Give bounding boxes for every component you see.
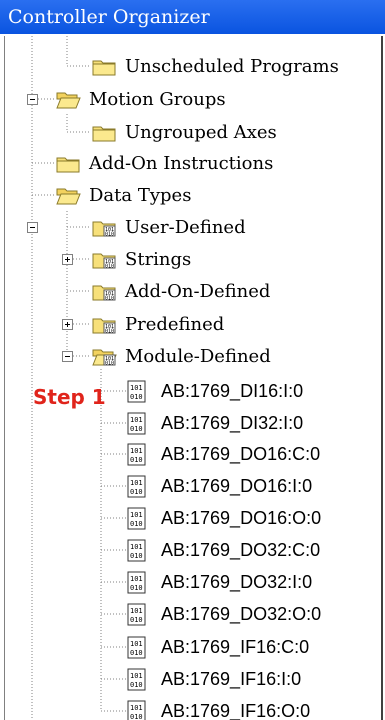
svg-text:010: 010 — [130, 649, 143, 657]
svg-text:010: 010 — [130, 393, 143, 401]
svg-text:010: 010 — [130, 552, 143, 560]
tree-item-label: Module-Defined — [125, 345, 271, 367]
tree-item-label: AB:1769_DO16:I:0 — [161, 475, 313, 496]
tree-item-module-type[interactable]: 101 010 AB:1769_DO16:O:0 — [127, 502, 321, 534]
tree-item-label: Data Types — [89, 184, 192, 206]
tree-item-motion-groups[interactable]: Motion Groups — [55, 83, 226, 115]
step-annotation: Step 1 — [33, 385, 106, 409]
svg-text:101: 101 — [130, 511, 143, 519]
svg-text:010: 010 — [130, 584, 143, 592]
tree-item-add-on-instructions[interactable]: Add-On Instructions — [55, 147, 273, 179]
datatype-icon: 101 010 — [127, 700, 153, 720]
collapse-motion-groups-button[interactable] — [27, 94, 38, 105]
svg-text:101: 101 — [130, 416, 143, 424]
tree-item-module-type[interactable]: 101 010 AB:1769_DI32:I:0 — [127, 407, 303, 439]
datatype-folder-icon: 101 010 — [91, 280, 117, 302]
svg-text:010: 010 — [130, 425, 143, 433]
datatype-icon: 101 010 — [127, 507, 153, 530]
tree-item-label: Strings — [125, 248, 192, 270]
svg-text:010: 010 — [105, 329, 114, 335]
folder-icon — [55, 152, 81, 174]
tree-item-predefined[interactable]: 101 010 Predefined — [91, 308, 224, 340]
tree-item-label: Add-On Instructions — [89, 152, 274, 174]
datatype-icon: 101 010 — [127, 668, 153, 691]
svg-text:010: 010 — [105, 232, 114, 238]
tree-item-label: User-Defined — [125, 216, 246, 238]
tree-item-label: Ungrouped Axes — [125, 121, 277, 143]
datatype-icon: 101 010 — [127, 636, 153, 659]
tree-item-ungrouped-axes[interactable]: Ungrouped Axes — [91, 116, 277, 148]
tree-item-module-type[interactable]: 101 010 AB:1769_IF16:C:0 — [127, 631, 309, 663]
controller-organizer-tree[interactable]: Unscheduled Programs Motion Groups Ungro… — [4, 36, 383, 720]
tree-item-module-defined[interactable]: 101 010 Module-Defined — [91, 340, 271, 372]
tree-item-label: AB:1769_IF16:O:0 — [161, 700, 311, 720]
collapse-module-defined-button[interactable] — [62, 351, 73, 362]
folder-icon — [91, 121, 117, 143]
svg-text:101: 101 — [130, 640, 143, 648]
datatype-folder-icon: 101 010 — [91, 248, 117, 270]
datatype-folder-icon: 101 010 — [91, 313, 117, 335]
datatype-folder-open-icon: 101 010 — [91, 345, 117, 367]
tree-item-label: AB:1769_DO32:O:0 — [161, 603, 322, 624]
tree-item-label: Motion Groups — [89, 88, 226, 110]
tree-item-label: AB:1769_IF16:I:0 — [161, 668, 302, 689]
datatype-icon: 101 010 — [127, 443, 153, 466]
tree-item-module-type[interactable]: 101 010 AB:1769_IF16:O:0 — [127, 695, 310, 720]
svg-text:010: 010 — [130, 681, 143, 689]
tree-item-data-types[interactable]: Data Types — [55, 179, 191, 211]
svg-text:101: 101 — [130, 384, 143, 392]
svg-text:010: 010 — [105, 296, 114, 302]
tree-item-module-type[interactable]: 101 010 AB:1769_IF16:I:0 — [127, 663, 301, 695]
tree-item-module-type[interactable]: 101 010 AB:1769_DO16:I:0 — [127, 470, 312, 502]
datatype-icon: 101 010 — [127, 539, 153, 562]
tree-item-unscheduled-programs[interactable]: Unscheduled Programs — [91, 50, 339, 82]
tree-item-add-on-defined[interactable]: 101 010 Add-On-Defined — [91, 275, 270, 307]
tree-item-strings[interactable]: 101 010 Strings — [91, 243, 191, 275]
tree-item-module-type[interactable]: 101 010 AB:1769_DO32:O:0 — [127, 598, 321, 630]
folder-icon — [91, 55, 117, 77]
tree-item-module-type[interactable]: 101 010 AB:1769_DO16:C:0 — [127, 438, 320, 470]
svg-text:101: 101 — [130, 543, 143, 551]
svg-text:010: 010 — [130, 616, 143, 624]
svg-text:010: 010 — [130, 520, 143, 528]
tree-item-label: AB:1769_DO32:C:0 — [161, 539, 321, 560]
tree-item-label: Unscheduled Programs — [125, 55, 339, 77]
window-title: Controller Organizer — [0, 0, 385, 34]
svg-text:101: 101 — [130, 607, 143, 615]
svg-text:101: 101 — [130, 672, 143, 680]
tree-item-label: Add-On-Defined — [125, 280, 271, 302]
tree-item-label: Predefined — [125, 313, 225, 335]
tree-item-module-type[interactable]: 101 010 AB:1769_DO32:I:0 — [127, 566, 312, 598]
tree-item-label: AB:1769_DO16:O:0 — [161, 507, 322, 528]
datatype-icon: 101 010 — [127, 603, 153, 626]
datatype-folder-icon: 101 010 — [91, 216, 117, 238]
svg-text:101: 101 — [130, 447, 143, 455]
tree-item-label: AB:1769_DI16:I:0 — [161, 380, 304, 401]
svg-text:101: 101 — [130, 704, 143, 712]
svg-text:010: 010 — [130, 713, 143, 720]
svg-text:010: 010 — [130, 488, 143, 496]
expand-predefined-button[interactable] — [62, 319, 73, 330]
tree-item-module-type[interactable]: 101 010 AB:1769_DI16:I:0 — [127, 375, 303, 407]
tree-item-label: AB:1769_DO16:C:0 — [161, 443, 321, 464]
svg-text:010: 010 — [105, 361, 114, 367]
tree-item-module-type[interactable]: 101 010 AB:1769_DO32:C:0 — [127, 534, 320, 566]
tree-item-label: AB:1769_IF16:C:0 — [161, 636, 310, 657]
svg-text:010: 010 — [130, 456, 143, 464]
datatype-icon: 101 010 — [127, 412, 153, 435]
tree-item-label: AB:1769_DO32:I:0 — [161, 571, 313, 592]
tree-item-user-defined[interactable]: 101 010 User-Defined — [91, 211, 246, 243]
folder-open-icon — [55, 88, 81, 110]
datatype-icon: 101 010 — [127, 571, 153, 594]
tree-item-label: AB:1769_DI32:I:0 — [161, 412, 304, 433]
svg-text:101: 101 — [130, 575, 143, 583]
datatype-icon: 101 010 — [127, 475, 153, 498]
svg-text:101: 101 — [130, 479, 143, 487]
folder-open-icon — [55, 184, 81, 206]
svg-text:010: 010 — [105, 264, 114, 270]
collapse-data-types-button[interactable] — [27, 222, 38, 233]
expand-strings-button[interactable] — [62, 254, 73, 265]
datatype-icon: 101 010 — [127, 380, 153, 403]
